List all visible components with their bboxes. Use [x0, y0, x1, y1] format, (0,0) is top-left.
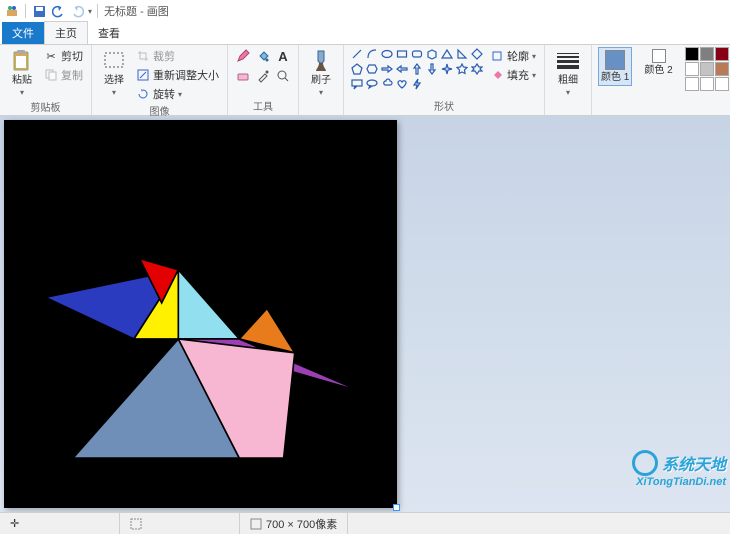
- app-icon: [4, 3, 20, 19]
- shape-star5[interactable]: [455, 62, 469, 76]
- color-swatch[interactable]: [715, 47, 729, 61]
- canvas-area[interactable]: 系统天地 XiTongTianDi.net: [0, 116, 730, 512]
- paste-button[interactable]: 粘贴 ▾: [6, 47, 38, 99]
- stroke-button[interactable]: 粗细 ▾: [551, 47, 585, 99]
- select-button[interactable]: 选择 ▾: [98, 47, 130, 99]
- group-image: 选择 ▾ 裁剪 重新调整大小 旋转▾ 图像: [92, 45, 228, 115]
- fill-icon: [490, 68, 504, 82]
- tab-file[interactable]: 文件: [2, 22, 44, 44]
- color-swatch[interactable]: [700, 62, 714, 76]
- crosshair-icon: ✛: [10, 517, 19, 530]
- group-clipboard: 粘贴 ▾ ✂剪切 复制 剪贴板: [0, 45, 92, 115]
- shape-hexagon[interactable]: [365, 62, 379, 76]
- group-brushes: 刷子 ▾: [299, 45, 344, 115]
- color-swatch[interactable]: [700, 47, 714, 61]
- resize-icon: [136, 68, 150, 82]
- canvas-wrap: [4, 120, 397, 508]
- shape-right-triangle[interactable]: [455, 47, 469, 61]
- shape-polygon[interactable]: [425, 47, 439, 61]
- select-icon: [102, 49, 126, 73]
- copy-button[interactable]: 复制: [42, 66, 85, 84]
- clipboard-icon: [10, 49, 34, 73]
- shape-callout-oval[interactable]: [365, 77, 379, 91]
- tab-view[interactable]: 查看: [88, 22, 130, 44]
- watermark: 系统天地 XiTongTianDi.net: [632, 450, 726, 488]
- scissors-icon: ✂: [44, 49, 58, 63]
- group-shapes: 轮廓▾ 填充▾ 形状: [344, 45, 545, 115]
- undo-icon[interactable]: [50, 3, 66, 19]
- eraser-tool-icon[interactable]: [234, 67, 252, 85]
- fill-tool-icon[interactable]: [254, 47, 272, 65]
- zoom-tool-icon[interactable]: [274, 67, 292, 85]
- shapes-gallery[interactable]: [350, 47, 484, 91]
- color2-button[interactable]: 颜色 2: [640, 47, 676, 78]
- shape-callout-rect[interactable]: [350, 77, 364, 91]
- group-stroke: 粗细 ▾: [545, 45, 592, 115]
- crop-icon: [136, 49, 150, 63]
- shape-arrow-l[interactable]: [395, 62, 409, 76]
- color1-button[interactable]: 颜色 1: [598, 47, 632, 86]
- copy-icon: [44, 68, 58, 82]
- cut-button[interactable]: ✂剪切: [42, 47, 85, 65]
- status-sel: [120, 513, 240, 534]
- shape-oval[interactable]: [380, 47, 394, 61]
- shape-arrow-u[interactable]: [410, 62, 424, 76]
- ribbon-tabs: 文件 主页 查看: [0, 22, 730, 44]
- color-palette[interactable]: [685, 47, 730, 91]
- color1-swatch: [605, 50, 625, 70]
- outline-icon: [490, 49, 504, 63]
- status-bar: ✛ 700 × 700像素: [0, 512, 730, 534]
- group-tools: A 工具: [228, 45, 299, 115]
- shape-pentagon[interactable]: [350, 62, 364, 76]
- shape-line[interactable]: [350, 47, 364, 61]
- pencil-tool-icon[interactable]: [234, 47, 252, 65]
- rotate-icon: [136, 87, 150, 101]
- ribbon: 粘贴 ▾ ✂剪切 复制 剪贴板 选择 ▾ 裁剪 重新调整大小 旋转▾ 图像: [0, 44, 730, 116]
- shape-fill-button[interactable]: 填充▾: [488, 66, 538, 84]
- quick-access-toolbar: ▾: [4, 3, 100, 19]
- rotate-button[interactable]: 旋转▾: [134, 85, 221, 103]
- window-title: 无标题 - 画图: [104, 3, 169, 19]
- crop-button[interactable]: 裁剪: [134, 47, 221, 65]
- brush-icon: [309, 49, 333, 73]
- shape-arrow-r[interactable]: [380, 62, 394, 76]
- shape-curve[interactable]: [365, 47, 379, 61]
- title-bar: ▾ 无标题 - 画图: [0, 0, 730, 22]
- color-swatch[interactable]: [685, 47, 699, 61]
- brush-button[interactable]: 刷子 ▾: [305, 47, 337, 99]
- redo-icon[interactable]: [69, 3, 85, 19]
- status-pos: ✛: [0, 513, 120, 534]
- color-swatch[interactable]: [715, 77, 729, 91]
- shape-callout-cloud[interactable]: [380, 77, 394, 91]
- color2-swatch: [652, 49, 666, 63]
- shape-heart[interactable]: [395, 77, 409, 91]
- painting-canvas[interactable]: [4, 120, 397, 508]
- group-colors: 颜色 1 颜色 2 编辑颜色 使用画图 3D 进行编辑 i 产品提醒 颜色: [592, 45, 730, 115]
- text-tool-icon[interactable]: A: [274, 47, 292, 65]
- shape-diamond[interactable]: [470, 47, 484, 61]
- shape-star6[interactable]: [470, 62, 484, 76]
- shape-rect[interactable]: [395, 47, 409, 61]
- shape-outline-button[interactable]: 轮廓▾: [488, 47, 538, 65]
- shape-triangle[interactable]: [440, 47, 454, 61]
- save-icon[interactable]: [31, 3, 47, 19]
- status-dims: 700 × 700像素: [240, 513, 348, 534]
- qat-dropdown-icon[interactable]: ▾: [88, 7, 92, 16]
- resize-button[interactable]: 重新调整大小: [134, 66, 221, 84]
- shape-roundrect[interactable]: [410, 47, 424, 61]
- color-swatch[interactable]: [685, 77, 699, 91]
- stroke-icon: [555, 49, 581, 73]
- shape-star4[interactable]: [440, 62, 454, 76]
- tab-home[interactable]: 主页: [44, 21, 88, 44]
- color-swatch[interactable]: [700, 77, 714, 91]
- shape-lightning[interactable]: [410, 77, 424, 91]
- picker-tool-icon[interactable]: [254, 67, 272, 85]
- shape-arrow-d[interactable]: [425, 62, 439, 76]
- color-swatch[interactable]: [715, 62, 729, 76]
- color-swatch[interactable]: [685, 62, 699, 76]
